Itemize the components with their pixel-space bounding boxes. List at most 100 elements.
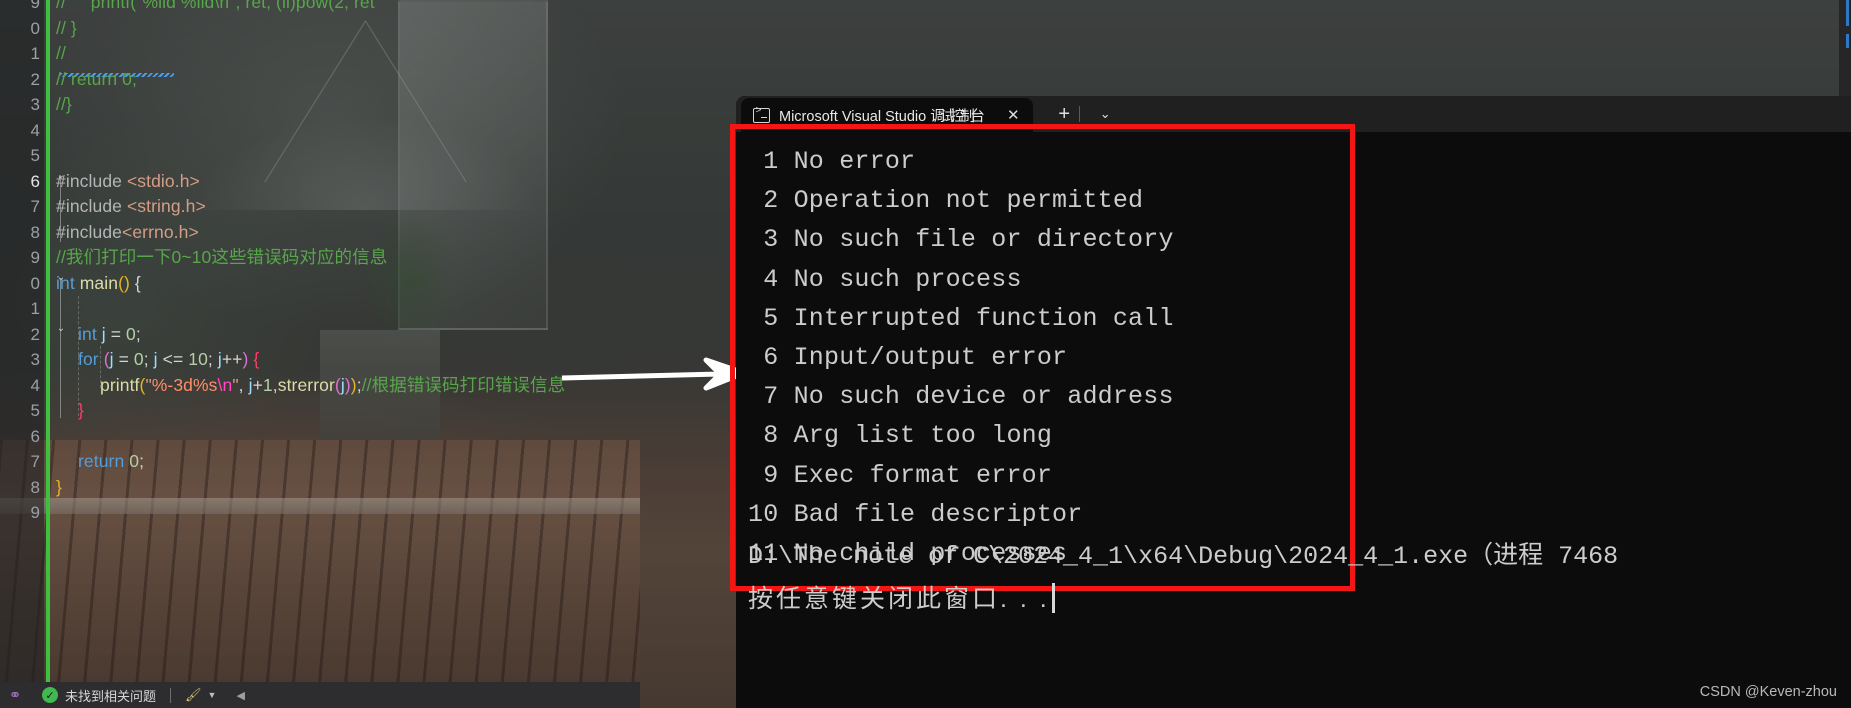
console-error-line: 8 Arg list too long bbox=[748, 421, 1053, 451]
code-token: } bbox=[78, 400, 84, 420]
console-output[interactable]: 1 No error 2 Operation not permitted 3 N… bbox=[730, 124, 1851, 708]
code-token: int bbox=[56, 272, 80, 293]
exit-path-line: D:\The note of C\2024_4_1\x64\Debug\2024… bbox=[748, 542, 1619, 571]
code-token: #include bbox=[56, 196, 127, 216]
new-tab-button[interactable]: + bbox=[1049, 99, 1079, 129]
code-token: #include bbox=[56, 170, 127, 191]
code-token: for bbox=[78, 349, 104, 369]
editor-right-edge bbox=[1839, 0, 1851, 96]
code-line: //} bbox=[56, 92, 72, 118]
terminal-icon bbox=[753, 106, 770, 123]
code-token: ; bbox=[207, 349, 218, 369]
close-icon[interactable]: ✕ bbox=[1003, 105, 1023, 125]
code-line: return 0; bbox=[78, 449, 144, 475]
press-key-line: 按任意键关闭此窗口. . . bbox=[748, 578, 1851, 620]
code-token: { bbox=[248, 349, 260, 369]
console-window: Microsoft Visual Studio 调试控制台 ✕ + ⌄ 1 No… bbox=[730, 96, 1851, 708]
code-token: 0 bbox=[129, 451, 140, 471]
code-token: ; bbox=[139, 451, 145, 471]
code-line: // bbox=[56, 41, 66, 67]
code-token: // bbox=[56, 43, 66, 63]
collapse-icon[interactable]: ◀ bbox=[236, 689, 244, 702]
code-line: } bbox=[56, 475, 62, 501]
press-key-text: 按任意键关闭此窗口. . . bbox=[748, 585, 1050, 613]
code-token: <= bbox=[157, 349, 189, 369]
code-token: 10 bbox=[188, 349, 208, 369]
chevron-down-icon[interactable]: ▼ bbox=[208, 690, 217, 700]
chevron-down-icon[interactable]: ⌄ bbox=[1090, 99, 1120, 129]
code-line: #include <stdio.h> bbox=[56, 169, 200, 195]
screenshot-root: 901234567890123456789 ⌄ ⌄ ⌄ // printf("%… bbox=[0, 0, 1851, 708]
annotation-arrow bbox=[561, 357, 747, 391]
code-token: //根据错误码打印错误信息 bbox=[361, 374, 566, 395]
code-line: for (j = 0; j <= 10; j++) { bbox=[78, 347, 259, 373]
code-token: { bbox=[129, 272, 141, 293]
console-tab-bar: Microsoft Visual Studio 调试控制台 ✕ + ⌄ bbox=[736, 96, 1851, 132]
console-error-line: 9 Exec format error bbox=[748, 460, 1053, 490]
code-token: <errno.h> bbox=[122, 221, 199, 242]
console-error-line: 1 No error bbox=[748, 147, 916, 176]
tab-debug-console[interactable]: Microsoft Visual Studio 调试控制台 ✕ bbox=[741, 98, 1034, 132]
fold-arrow-for[interactable]: ⌄ bbox=[55, 323, 67, 335]
csdn-watermark: CSDN @Keven-zhou bbox=[1699, 684, 1837, 700]
code-line: // printf("%lld %lld\n", ret, (ll)pow(2,… bbox=[56, 0, 375, 16]
code-line: int main() { bbox=[56, 271, 141, 297]
code-token: ; bbox=[135, 323, 141, 344]
code-line: // } bbox=[56, 16, 77, 42]
code-token: main bbox=[79, 272, 119, 293]
scrollbar-marker-2[interactable] bbox=[1846, 34, 1849, 48]
code-token: 0 bbox=[126, 323, 136, 344]
code-token: = bbox=[105, 323, 126, 344]
code-token: } bbox=[56, 476, 62, 497]
code-token: ; bbox=[143, 349, 154, 369]
code-token: strerror bbox=[277, 374, 335, 395]
code-token: , bbox=[238, 374, 249, 395]
tab-title-ascii: Microsoft Visual Studio bbox=[779, 108, 931, 125]
code-token: () bbox=[118, 272, 130, 293]
console-error-line: 5 Interrupted function call bbox=[748, 303, 1174, 333]
code-line: } bbox=[78, 398, 84, 424]
code-token: 1 bbox=[262, 374, 273, 395]
console-error-line: 10 Bad file descriptor bbox=[748, 499, 1083, 529]
code-line: //我们打印一下0~10这些错误码对应的信息 bbox=[56, 245, 387, 271]
code-token: // return 0; bbox=[56, 68, 137, 89]
code-token: ++ bbox=[221, 349, 243, 369]
code-token: <string.h> bbox=[126, 196, 206, 216]
code-token: <stdio.h> bbox=[126, 170, 200, 191]
brush-icon[interactable]: 🖌 bbox=[185, 687, 202, 703]
code-token: 0 bbox=[133, 349, 144, 369]
code-line: #include <string.h> bbox=[56, 194, 206, 220]
tab-title: Microsoft Visual Studio 调试控制台 bbox=[779, 105, 985, 126]
console-error-line: 4 No such process bbox=[748, 264, 1022, 294]
code-token: #include bbox=[56, 221, 122, 242]
console-exit-info: D:\The note of C\2024_4_1\x64\Debug\2024… bbox=[748, 536, 1851, 620]
code-token: return bbox=[78, 451, 130, 471]
scrollbar-marker-1[interactable] bbox=[1846, 0, 1849, 26]
code-line: #include<errno.h> bbox=[56, 220, 199, 246]
text-cursor bbox=[1051, 583, 1055, 613]
extension-icon[interactable]: ⚭ bbox=[0, 686, 30, 704]
status-divider bbox=[170, 687, 172, 703]
code-line: printf("%-3d%s\n", j+1,strerror(j));//根据… bbox=[100, 373, 565, 399]
code-token: int bbox=[78, 323, 102, 344]
console-error-line: 3 No such file or directory bbox=[748, 225, 1174, 255]
code-line: // return 0; bbox=[56, 67, 137, 93]
problems-label[interactable]: 未找到相关问题 bbox=[65, 686, 156, 705]
code-token: // } bbox=[56, 17, 77, 38]
code-token: \n bbox=[217, 374, 233, 395]
console-error-line: 7 No such device or address bbox=[748, 382, 1174, 412]
tabbar-divider bbox=[1079, 106, 1081, 122]
code-token: //我们打印一下0~10这些错误码对应的信息 bbox=[56, 247, 388, 267]
code-line: int j = 0; bbox=[78, 322, 141, 348]
code-token: // bbox=[56, 0, 71, 12]
error-code-list: 1 No error 2 Operation not permitted 3 N… bbox=[748, 142, 1851, 573]
console-error-line: 2 Operation not permitted bbox=[748, 186, 1144, 216]
code-token: printf bbox=[100, 374, 140, 395]
no-problems-icon: ✓ bbox=[42, 687, 58, 703]
code-token: %-3d%s bbox=[151, 374, 218, 395]
code-editor-area[interactable]: ⌄ ⌄ ⌄ // printf("%lld %lld\n", ret, (ll)… bbox=[0, 0, 640, 690]
console-error-line: 6 Input/output error bbox=[748, 343, 1068, 373]
status-bar: ⚭ ✓ 未找到相关问题 🖌 ▼ ◀ bbox=[0, 682, 640, 708]
code-token: printf("%lld %lld\n", ret, (ll)pow(2, re… bbox=[70, 0, 375, 12]
code-token: + bbox=[252, 374, 263, 395]
